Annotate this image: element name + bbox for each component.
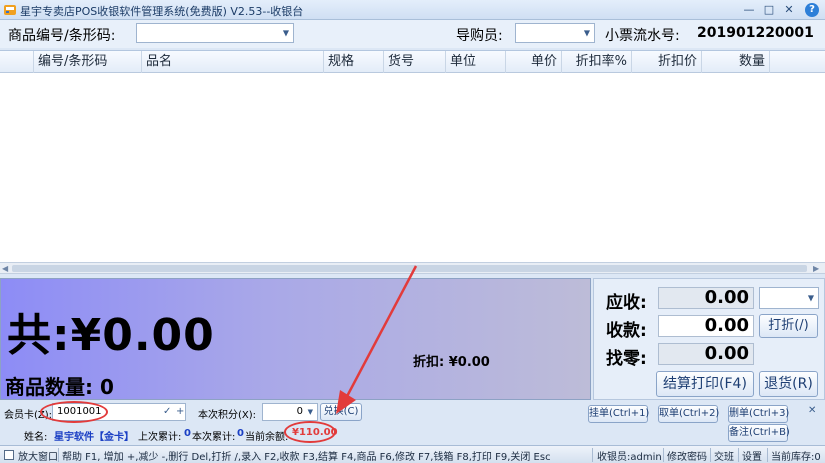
col-barcode[interactable]: 编号/条形码 [34, 51, 142, 73]
chevron-down-icon[interactable]: ▼ [808, 294, 814, 303]
chevron-down-icon[interactable]: ▼ [308, 404, 313, 420]
col-name[interactable]: 品名 [142, 51, 324, 73]
chevron-down-icon[interactable]: ▼ [283, 29, 289, 38]
discount-button[interactable]: 打折(/) [759, 314, 818, 338]
annotation-arrow [336, 265, 418, 414]
minimize-icon[interactable]: — [742, 3, 756, 17]
card-highlight-circle [40, 401, 108, 423]
status-bar: 放大窗口 帮助 F1, 增加 +,减少 -,删行 Del,打折 /,录入 F2,… [0, 445, 825, 463]
total-amount: 共:¥0.00 [7, 310, 215, 361]
balance-label: 当前余额: [245, 432, 289, 443]
change-password-link[interactable]: 修改密码 [667, 448, 707, 463]
zoom-window-button[interactable]: 放大窗口 [18, 448, 58, 463]
status-separator [663, 448, 664, 462]
status-separator [592, 448, 593, 462]
scroll-left-icon[interactable]: ◀ [2, 264, 8, 273]
this-total-label: 本次累计: [192, 432, 236, 443]
last-total-value: 0 [184, 428, 191, 439]
col-discount-rate[interactable]: 折扣率% [562, 51, 632, 73]
paid-input[interactable]: 0.00 [658, 315, 754, 337]
receipt-label: 小票流水号: [605, 28, 680, 44]
points-label: 本次积分(X): [198, 410, 257, 421]
status-separator [767, 448, 768, 462]
hang-order-button[interactable]: 挂单(Ctrl+1) [588, 405, 649, 423]
chevron-down-icon[interactable]: ▼ [584, 29, 590, 38]
receipt-number: 201901220001 [697, 25, 814, 41]
return-button[interactable]: 退货(R) [759, 371, 818, 397]
col-unit[interactable]: 单位 [446, 51, 506, 73]
col-spec[interactable]: 规格 [324, 51, 384, 73]
status-separator [58, 448, 59, 462]
note-button[interactable]: 备注(Ctrl+B) [728, 424, 790, 442]
window-icon [4, 450, 14, 460]
help-icon[interactable]: ? [805, 3, 819, 17]
delete-order-button[interactable]: 删单(Ctrl+3) [728, 405, 789, 423]
window-title: 星宇专卖店POS收银软件管理系统(免费版) V2.53--收银台 [20, 5, 304, 18]
change-field: 0.00 [658, 343, 754, 365]
close-panel-icon[interactable]: ✕ [808, 405, 816, 416]
close-icon[interactable]: ✕ [782, 3, 796, 17]
guide-label: 导购员: [456, 28, 503, 44]
col-quantity[interactable]: 数量 [702, 51, 770, 73]
check-icon[interactable]: ✓ [163, 404, 171, 420]
change-label: 找零: [606, 349, 647, 369]
settings-link[interactable]: 设置 [742, 448, 762, 463]
add-icon[interactable]: + [176, 404, 184, 420]
code-input[interactable]: ▼ [136, 23, 294, 43]
item-grid[interactable]: 编号/条形码 品名 规格 货号 单位 单价 折扣率% 折扣价 数量 [0, 50, 825, 262]
col-price[interactable]: 单价 [506, 51, 562, 73]
due-label: 应收: [606, 293, 647, 313]
cashier-info: 收银员:admin [597, 452, 662, 463]
paid-label: 收款: [606, 321, 647, 341]
payment-method-select[interactable]: ▼ [759, 287, 819, 309]
col-sku[interactable]: 货号 [384, 51, 446, 73]
shift-handover-link[interactable]: 交班 [714, 448, 734, 463]
points-value: 0 [296, 406, 303, 417]
name-label: 姓名: [24, 432, 48, 443]
checkout-print-button[interactable]: 结算打印(F4) [656, 371, 754, 397]
search-row: 商品编号/条形码: ▼ 导购员: ▼ 小票流水号: 201901220001 [0, 20, 825, 48]
grid-corner [0, 51, 34, 73]
col-discount-price[interactable]: 折扣价 [632, 51, 702, 73]
code-label: 商品编号/条形码: [8, 28, 116, 44]
member-info-row: 姓名: 星宇软件【金卡】 上次累计: 0 本次累计: 0 当前余额: ¥110.… [0, 421, 825, 443]
scroll-right-icon[interactable]: ▶ [813, 264, 819, 273]
payment-panel: 应收: 0.00 ▼ 收款: 0.00 打折(/) 找零: 0.00 结算打印(… [593, 278, 825, 400]
status-separator [710, 448, 711, 462]
shortcut-help-text: 帮助 F1, 增加 +,减少 -,删行 Del,打折 /,录入 F2,收款 F3… [62, 452, 551, 463]
due-field: 0.00 [658, 287, 754, 309]
item-count: 商品数量: 0 [5, 375, 114, 399]
app-icon [4, 5, 16, 15]
points-input[interactable]: 0 ▼ [262, 403, 318, 421]
discount-amount: 折扣: ¥0.00 [413, 355, 490, 370]
stock-info: 当前库存:0 [771, 452, 821, 463]
balance-highlight-circle [284, 421, 336, 443]
take-order-button[interactable]: 取单(Ctrl+2) [658, 405, 719, 423]
guide-select[interactable]: ▼ [515, 23, 595, 43]
title-bar: 星宇专卖店POS收银软件管理系统(免费版) V2.53--收银台 — □ ✕ ? [0, 0, 825, 20]
last-total-label: 上次累计: [138, 432, 182, 443]
grid-header: 编号/条形码 品名 规格 货号 单位 单价 折扣率% 折扣价 数量 [0, 51, 825, 73]
member-name: 星宇软件【金卡】 [54, 432, 134, 443]
maximize-icon[interactable]: □ [762, 3, 776, 17]
status-separator [738, 448, 739, 462]
total-panel: 共:¥0.00 商品数量: 0 折扣: ¥0.00 [0, 278, 591, 400]
this-total-value: 0 [237, 428, 244, 439]
